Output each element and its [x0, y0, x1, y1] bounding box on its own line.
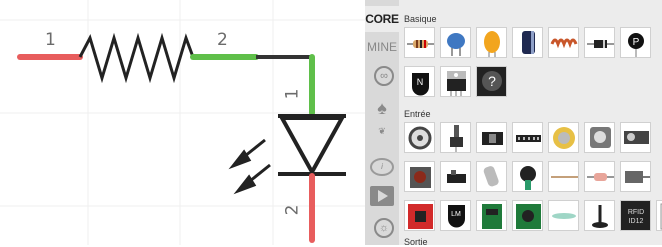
section-title-basic: Basique	[404, 14, 437, 24]
resistor-symbol[interactable]	[78, 32, 195, 84]
svg-text:P: P	[633, 37, 640, 48]
part-power-label[interactable]: P	[620, 27, 651, 58]
arduino-icon[interactable]: ∞	[374, 66, 394, 86]
part-diode[interactable]	[584, 27, 615, 58]
part-slide-pot[interactable]	[476, 122, 507, 153]
play-icon[interactable]	[370, 186, 394, 206]
resistor-pin2-label: 2	[217, 30, 228, 50]
part-ceramic-capacitor[interactable]	[440, 27, 471, 58]
part-electrolytic-capacitor[interactable]	[512, 27, 543, 58]
rfid-text-line2: ID12	[629, 218, 644, 225]
parts-bin: Basique P N ? Entrée LM RFID ID12 Sortie	[399, 0, 662, 247]
part-voltage-regulator[interactable]	[440, 66, 471, 97]
part-servo-input[interactable]	[620, 122, 651, 153]
part-sensor-ic[interactable]	[476, 200, 507, 231]
sparkfun-icon[interactable]: ♠	[372, 98, 392, 118]
part-header-pins[interactable]	[512, 122, 543, 153]
part-rfid-reader[interactable]: RFID ID12	[620, 200, 651, 231]
section-title-output: Sortie	[404, 237, 428, 247]
part-reed-switch[interactable]	[476, 161, 507, 192]
section-title-input: Entrée	[404, 109, 431, 119]
breadboard-canvas[interactable]: 1 2 1 2	[0, 0, 365, 245]
part-ir-sensor[interactable]	[548, 161, 579, 192]
intel-icon[interactable]: i	[370, 158, 394, 176]
part-temperature-sensor[interactable]	[404, 200, 435, 231]
part-potentiometer[interactable]	[404, 122, 435, 153]
svg-text:N: N	[417, 77, 424, 87]
part-mystery-part[interactable]: ?	[476, 66, 507, 97]
led-pin2-label: 2	[282, 204, 303, 216]
led-pin1-label: 1	[282, 88, 303, 100]
led-symbol[interactable]	[278, 114, 346, 177]
led-arrows-icon	[228, 138, 271, 195]
tab-mine[interactable]: MINE	[365, 40, 399, 54]
part-tantalum-capacitor[interactable]	[476, 27, 507, 58]
part-flex-sensor[interactable]	[620, 161, 651, 192]
part-piezo[interactable]	[584, 122, 615, 153]
part-switch[interactable]	[440, 161, 471, 192]
part-rfid-module[interactable]	[512, 200, 543, 231]
part-accelerometer[interactable]: LM	[440, 200, 471, 231]
part-reed-glass[interactable]	[548, 200, 579, 231]
rfid-text-line1: RFID	[628, 209, 644, 216]
part-rotary-encoder[interactable]	[548, 122, 579, 153]
part-dht-sensor[interactable]	[656, 200, 662, 231]
svg-text:LM: LM	[451, 211, 461, 218]
resistor-pin1-label: 1	[45, 30, 56, 50]
bin-tabs: CORE MINE ∞ ♠ ❦ i ☼	[365, 0, 399, 245]
mystery-glyph: ?	[488, 73, 496, 89]
part-pushbutton[interactable]	[404, 161, 435, 192]
part-n-transistor[interactable]: N	[404, 66, 435, 97]
part-joystick[interactable]	[584, 200, 615, 231]
part-inductor[interactable]	[548, 27, 579, 58]
part-photocell[interactable]	[584, 161, 615, 192]
tab-core[interactable]: CORE	[365, 6, 399, 32]
part-resistor[interactable]	[404, 27, 435, 58]
part-tilt-sensor[interactable]	[512, 161, 543, 192]
seeed-icon[interactable]: ❦	[369, 126, 395, 152]
part-trimmer-pot[interactable]	[440, 122, 471, 153]
sun-icon[interactable]: ☼	[374, 218, 394, 238]
